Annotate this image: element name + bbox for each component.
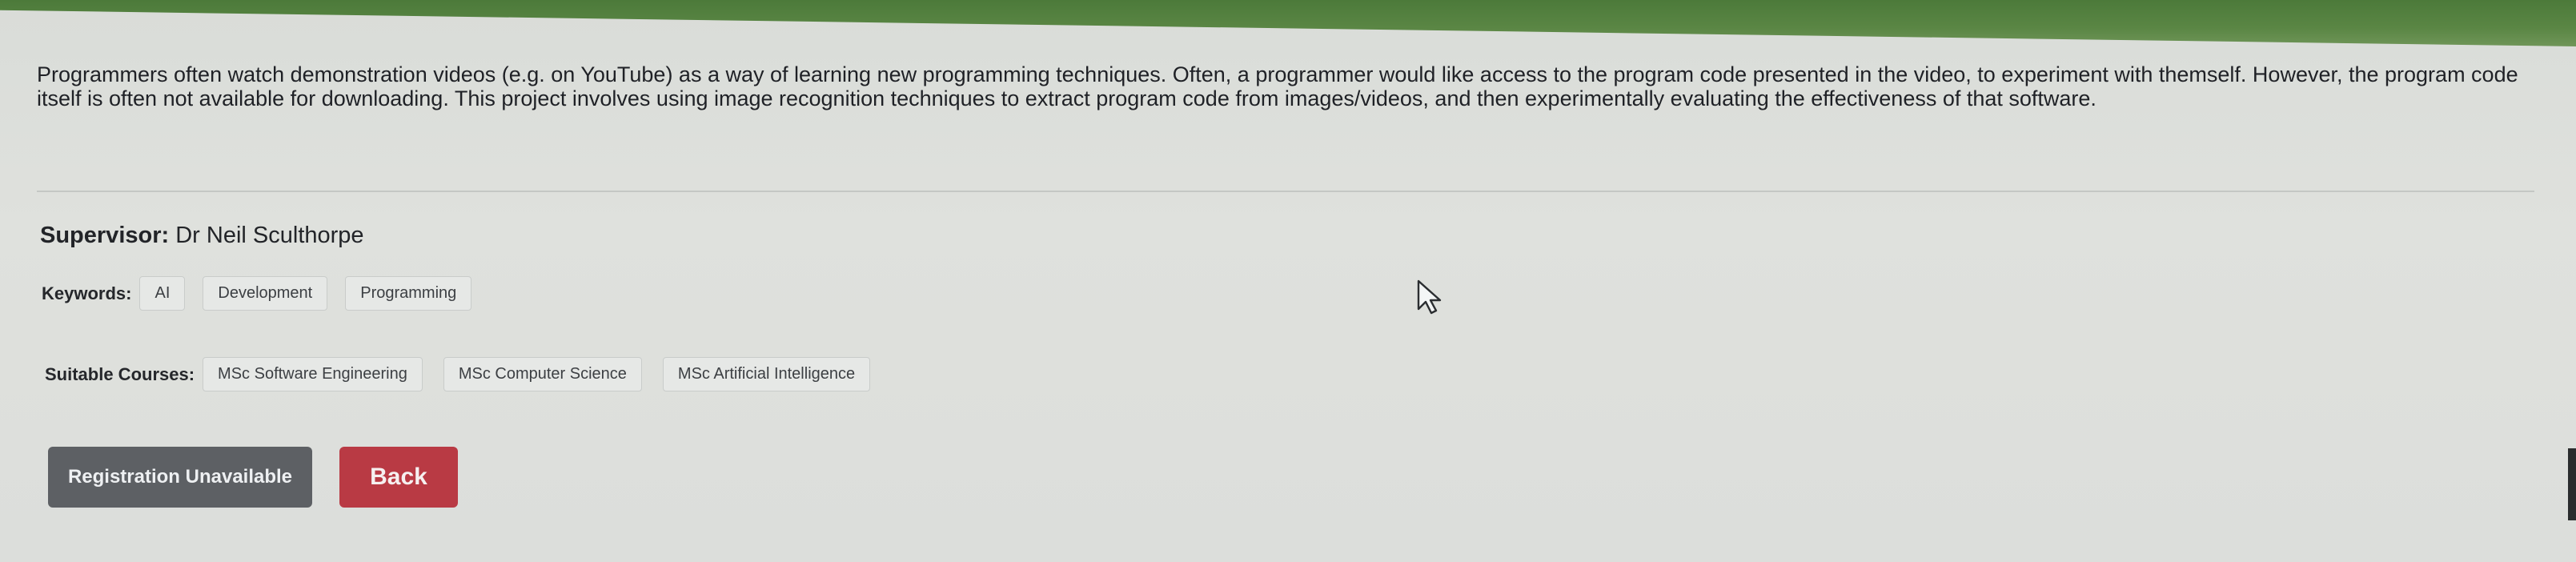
divider <box>37 191 2534 192</box>
project-description: Programmers often watch demonstration vi… <box>37 62 2518 110</box>
course-tag-software-engineering[interactable]: MSc Software Engineering <box>203 357 423 391</box>
supervisor-label: Supervisor: <box>40 223 170 248</box>
course-tag-computer-science[interactable]: MSc Computer Science <box>443 357 642 391</box>
keywords-row: Keywords: AI Development Programming <box>42 276 489 311</box>
registration-unavailable-button[interactable]: Registration Unavailable <box>48 447 312 508</box>
keyword-tag-programming[interactable]: Programming <box>345 276 472 311</box>
supervisor-line: Supervisor: Dr Neil Sculthorpe <box>40 223 364 249</box>
keyword-tag-ai[interactable]: AI <box>139 276 186 311</box>
courses-label: Suitable Courses: <box>45 363 195 384</box>
course-tag-artificial-intelligence[interactable]: MSc Artificial Intelligence <box>662 357 871 391</box>
keyword-tag-development[interactable]: Development <box>203 276 328 311</box>
keywords-label: Keywords: <box>42 283 132 303</box>
mouse-pointer-icon <box>1415 279 1447 319</box>
back-button[interactable]: Back <box>339 447 458 508</box>
supervisor-name: Dr Neil Sculthorpe <box>175 223 364 248</box>
courses-row: Suitable Courses: MSc Software Engineeri… <box>45 357 891 391</box>
header-bar <box>0 0 2576 46</box>
screen-edge <box>2568 448 2576 520</box>
